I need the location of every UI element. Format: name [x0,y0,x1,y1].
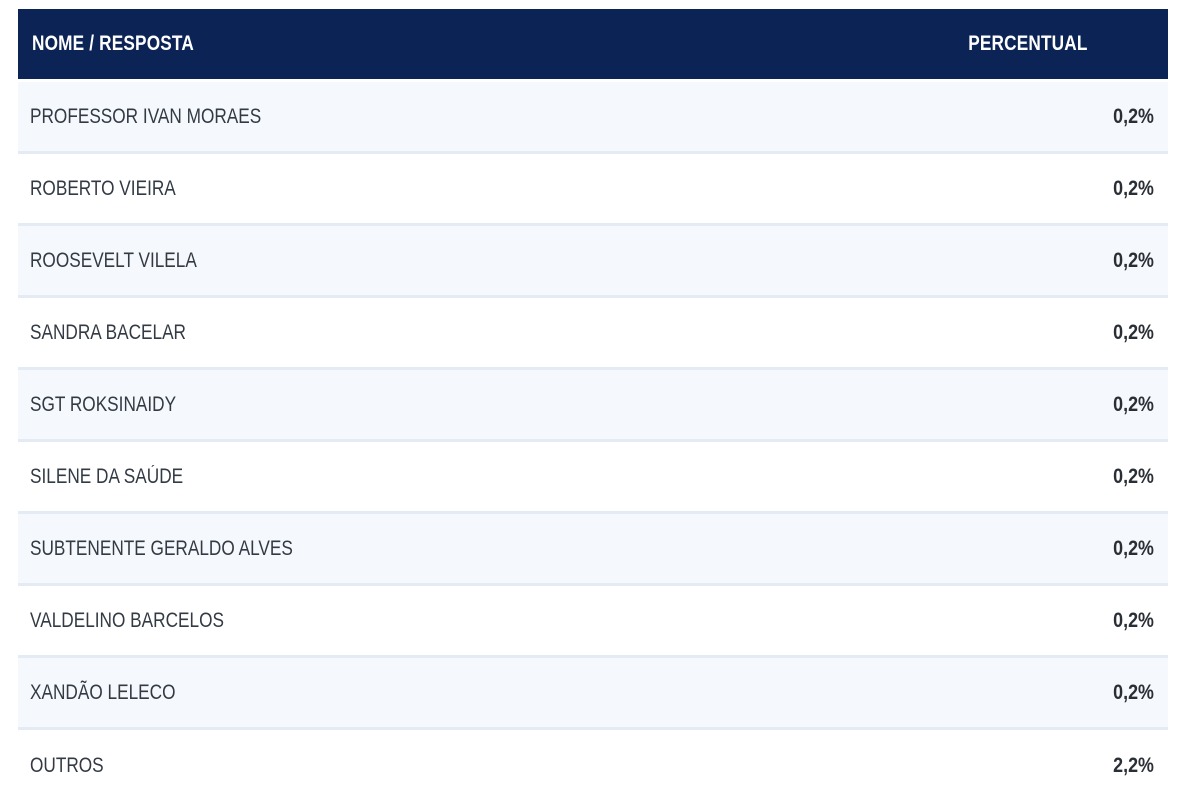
row-percent: 2,2% [1113,754,1154,777]
results-table: NOME / RESPOSTA PERCENTUAL PROFESSOR IVA… [18,9,1168,802]
table-row: SILENE DA SAÚDE 0,2% [18,442,1168,514]
table-row: SGT ROKSINAIDY 0,2% [18,370,1168,442]
row-name: SILENE DA SAÚDE [30,464,184,488]
row-percent: 0,2% [1113,104,1154,128]
row-percent: 0,2% [1113,320,1154,344]
row-percent: 0,2% [1113,680,1154,704]
row-percent: 0,2% [1113,536,1154,560]
header-percent-column: PERCENTUAL [968,32,1088,55]
row-name: SANDRA BACELAR [30,320,186,344]
row-name: OUTROS [30,754,104,777]
table-row: ROBERTO VIEIRA 0,2% [18,154,1168,226]
table-row: SUBTENENTE GERALDO ALVES 0,2% [18,514,1168,586]
table-row: PROFESSOR IVAN MORAES 0,2% [18,82,1168,154]
row-percent: 0,2% [1113,608,1154,632]
row-name: ROOSEVELT VILELA [30,248,197,272]
row-percent: 0,2% [1113,176,1154,200]
table-row: OUTROS 2,2% [18,730,1168,802]
row-name: SGT ROKSINAIDY [30,392,177,416]
row-percent: 0,2% [1113,248,1154,272]
table-row: XANDÃO LELECO 0,2% [18,658,1168,730]
header-name-column: NOME / RESPOSTA [32,32,194,55]
table-row: SANDRA BACELAR 0,2% [18,298,1168,370]
row-percent: 0,2% [1113,464,1154,488]
row-name: SUBTENENTE GERALDO ALVES [30,536,293,560]
table-header: NOME / RESPOSTA PERCENTUAL [18,9,1168,79]
table-row: VALDELINO BARCELOS 0,2% [18,586,1168,658]
row-percent: 0,2% [1113,392,1154,416]
row-name: XANDÃO LELECO [30,680,176,704]
table-row: ROOSEVELT VILELA 0,2% [18,226,1168,298]
row-name: VALDELINO BARCELOS [30,608,224,632]
table-body: PROFESSOR IVAN MORAES 0,2% ROBERTO VIEIRA 0… [18,82,1168,802]
row-name: PROFESSOR IVAN MORAES [30,104,262,128]
row-name: ROBERTO VIEIRA [30,176,176,200]
